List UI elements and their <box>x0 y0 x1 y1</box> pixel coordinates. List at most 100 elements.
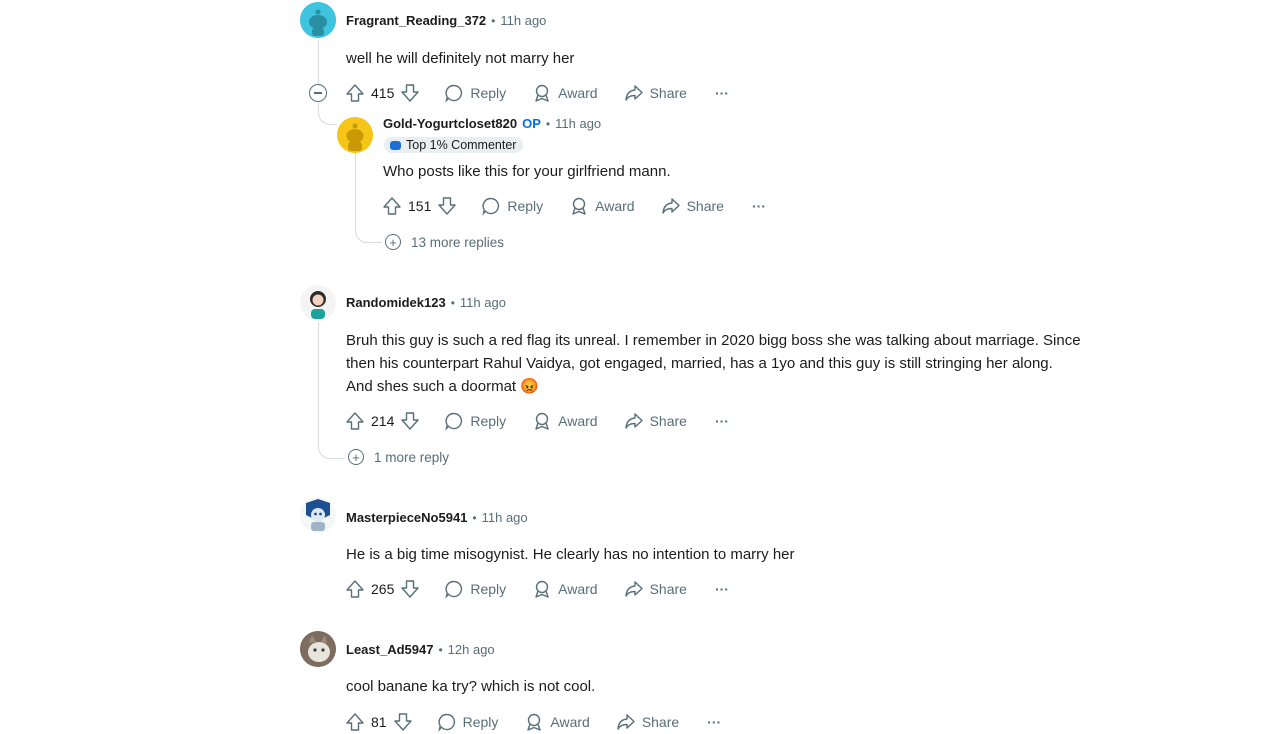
comment-body: cool banane ka try? which is not cool. <box>346 678 596 695</box>
comment-meta: Gold-Yogurtcloset820 OP • 11h ago <box>383 116 601 131</box>
cat-avatar-icon <box>300 631 336 667</box>
comment-bubble-icon <box>482 197 500 216</box>
downvote-button[interactable] <box>400 411 420 431</box>
author-name[interactable]: Gold-Yogurtcloset820 <box>383 116 517 131</box>
share-button[interactable]: Share <box>616 712 679 732</box>
upvote-button[interactable] <box>345 579 365 599</box>
avatar[interactable] <box>300 2 336 38</box>
upvote-icon <box>346 84 364 102</box>
author-name[interactable]: Least_Ad5947 <box>346 642 433 657</box>
comment-meta: MasterpieceNo5941 • 11h ago <box>346 510 528 525</box>
downvote-icon <box>401 580 420 598</box>
award-button[interactable]: Award <box>532 579 598 599</box>
upvote-button[interactable] <box>382 196 402 216</box>
downvote-button[interactable] <box>400 83 420 103</box>
award-label: Award <box>558 85 598 101</box>
reply-label: Reply <box>470 85 507 101</box>
author-name[interactable]: Randomidek123 <box>346 295 446 310</box>
upvote-icon <box>346 580 364 598</box>
reply-button[interactable]: Reply <box>437 712 499 732</box>
award-button[interactable]: Award <box>532 83 598 103</box>
chat-flair-icon <box>390 140 401 150</box>
author-name[interactable]: MasterpieceNo5941 <box>346 510 467 525</box>
vote-score: 214 <box>371 413 395 429</box>
collapse-thread-button[interactable] <box>309 84 327 102</box>
overflow-icon: ··· <box>714 581 729 597</box>
avatar[interactable] <box>300 497 336 533</box>
award-button[interactable]: Award <box>532 411 598 431</box>
comment-actions: 81 Reply Award Share ··· <box>345 710 721 734</box>
share-button[interactable]: Share <box>624 83 687 103</box>
snoo-avatar-icon <box>300 285 336 321</box>
flair-label: Top 1% Commenter <box>406 138 517 152</box>
comment-actions: 151 Reply Award Share ··· <box>382 194 766 218</box>
share-button[interactable]: Share <box>624 411 687 431</box>
downvote-button[interactable] <box>393 712 413 732</box>
reply-button[interactable]: Reply <box>481 196 543 216</box>
timestamp[interactable]: 11h ago <box>500 13 546 28</box>
separator: • <box>472 510 477 525</box>
comment-meta: Fragrant_Reading_372 • 11h ago <box>346 13 546 28</box>
more-replies-link[interactable]: + 13 more replies <box>385 234 504 250</box>
body-line: Bruh this guy is such a red flag its unr… <box>346 332 1081 349</box>
downvote-button[interactable] <box>437 196 457 216</box>
more-options-button[interactable]: ··· <box>707 714 721 730</box>
reply-button[interactable]: Reply <box>444 579 506 599</box>
upvote-button[interactable] <box>345 712 365 732</box>
thread-line <box>355 153 356 223</box>
thread-elbow <box>355 222 382 243</box>
more-options-button[interactable]: ··· <box>715 413 729 429</box>
reply-label: Reply <box>462 714 499 730</box>
author-name[interactable]: Fragrant_Reading_372 <box>346 13 486 28</box>
reply-button[interactable]: Reply <box>444 411 506 431</box>
avatar[interactable] <box>300 285 336 321</box>
comment-actions: 214 Reply Award Share ··· <box>345 409 729 433</box>
thread-elbow <box>318 100 337 125</box>
reply-button[interactable]: Reply <box>444 83 506 103</box>
timestamp[interactable]: 11h ago <box>482 510 528 525</box>
angry-emoji: 😡 <box>520 378 539 395</box>
upvote-button[interactable] <box>345 83 365 103</box>
reply-label: Reply <box>470 581 507 597</box>
separator: • <box>450 295 455 310</box>
avatar[interactable] <box>337 117 373 153</box>
timestamp[interactable]: 11h ago <box>460 295 506 310</box>
expand-icon: + <box>348 449 364 465</box>
upvote-button[interactable] <box>345 411 365 431</box>
comment-actions: 265 Reply Award Share ··· <box>345 577 729 601</box>
overflow-icon: ··· <box>714 85 729 101</box>
share-icon <box>624 581 643 597</box>
downvote-button[interactable] <box>400 579 420 599</box>
comment-bubble-icon <box>437 713 455 732</box>
share-icon <box>617 714 635 730</box>
downvote-icon <box>438 197 457 215</box>
award-label: Award <box>558 581 598 597</box>
award-icon <box>527 713 542 731</box>
award-label: Award <box>595 198 635 214</box>
snoo-avatar-icon <box>337 117 373 153</box>
more-replies-label: 13 more replies <box>411 234 505 250</box>
user-flair: Top 1% Commenter <box>384 137 524 153</box>
upvote-icon <box>383 197 401 215</box>
award-label: Award <box>550 714 590 730</box>
timestamp[interactable]: 11h ago <box>555 116 601 131</box>
avatar[interactable] <box>300 631 336 667</box>
share-button[interactable]: Share <box>661 196 724 216</box>
body-line: And shes such a doormat 😡 <box>346 378 539 395</box>
separator: • <box>438 642 443 657</box>
reply-label: Reply <box>507 198 544 214</box>
expand-icon: + <box>385 234 401 250</box>
op-badge: OP <box>522 116 541 131</box>
more-options-button[interactable]: ··· <box>715 581 729 597</box>
share-label: Share <box>641 714 680 730</box>
award-button[interactable]: Award <box>569 196 635 216</box>
award-icon <box>535 412 549 430</box>
more-options-button[interactable]: ··· <box>752 198 766 214</box>
overflow-icon: ··· <box>707 714 722 730</box>
timestamp[interactable]: 12h ago <box>448 642 495 657</box>
more-options-button[interactable]: ··· <box>715 85 729 101</box>
share-button[interactable]: Share <box>624 579 687 599</box>
award-button[interactable]: Award <box>524 712 590 732</box>
comment-body: Who posts like this for your girlfriend … <box>383 163 671 180</box>
more-replies-link[interactable]: + 1 more reply <box>348 449 449 465</box>
